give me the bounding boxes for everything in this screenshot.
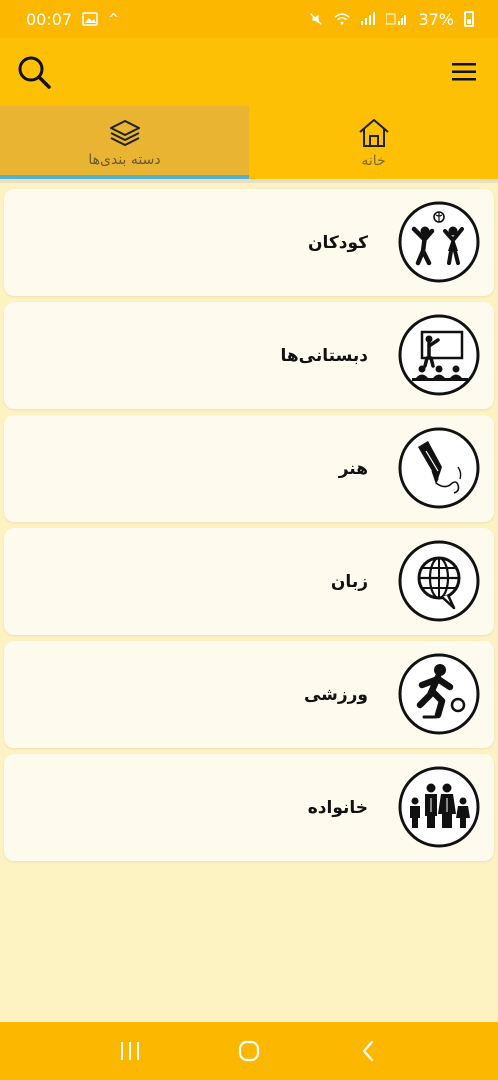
home-nav-button[interactable]: [229, 1031, 269, 1071]
status-time: 00:07: [26, 9, 73, 29]
battery-percent: 37%: [418, 9, 454, 29]
volte-signal-icon: [386, 13, 407, 25]
back-button[interactable]: [348, 1031, 388, 1071]
globe-speech-icon: [398, 540, 480, 622]
category-card-family[interactable]: خانواده: [4, 754, 494, 861]
tab-shadow-divider: [0, 179, 498, 183]
category-label: ورزشی: [303, 684, 368, 705]
gallery-icon: [82, 12, 98, 26]
back-chevron-icon: [363, 1040, 374, 1062]
fountain-pen-icon: [398, 427, 480, 509]
category-card-art[interactable]: هنر: [4, 415, 494, 522]
family-icon: [398, 766, 480, 848]
recent-apps-icon: [120, 1042, 139, 1060]
signal-icon: [361, 12, 376, 25]
layers-icon: [109, 119, 140, 146]
category-card-language[interactable]: زبان: [4, 528, 494, 635]
classroom-teacher-icon: [398, 314, 480, 396]
search-icon[interactable]: [16, 54, 54, 92]
category-card-children[interactable]: کودکان: [4, 189, 494, 296]
tab-categories-label: دسته بندی‌ها: [88, 151, 161, 168]
home-icon: [358, 118, 389, 147]
status-carrier-mark: ^: [108, 11, 120, 27]
soccer-player-icon: [398, 653, 480, 735]
tab-categories[interactable]: دسته بندی‌ها: [0, 106, 249, 179]
children-playing-icon: [398, 201, 480, 283]
home-circle-icon: [238, 1040, 260, 1062]
tab-home-label: خانه: [361, 152, 386, 169]
tab-bar: دسته بندی‌ها خانه: [0, 106, 498, 179]
category-card-sports[interactable]: ورزشی: [4, 641, 494, 748]
category-label: خانواده: [307, 797, 368, 818]
status-right: 37%: [308, 10, 474, 29]
category-card-elementary[interactable]: دبستانی‌ها: [4, 302, 494, 409]
system-nav-bar: [0, 1022, 498, 1080]
battery-icon: [464, 11, 474, 27]
recent-apps-button[interactable]: [110, 1031, 150, 1071]
category-label: هنر: [338, 458, 368, 479]
category-label: دبستانی‌ها: [280, 345, 368, 366]
mute-icon: [310, 13, 323, 25]
status-left: 00:07 ^: [26, 10, 119, 29]
category-list: کودکان دبستانی‌ها هنر: [4, 189, 494, 867]
wifi-icon: [334, 13, 351, 25]
status-bar: 00:07 ^ 37%: [0, 0, 498, 38]
category-label: زبان: [330, 571, 368, 592]
tab-home[interactable]: خانه: [249, 106, 498, 179]
hamburger-menu-icon[interactable]: [450, 60, 478, 84]
category-label: کودکان: [307, 232, 368, 253]
app-bar: [0, 38, 498, 106]
